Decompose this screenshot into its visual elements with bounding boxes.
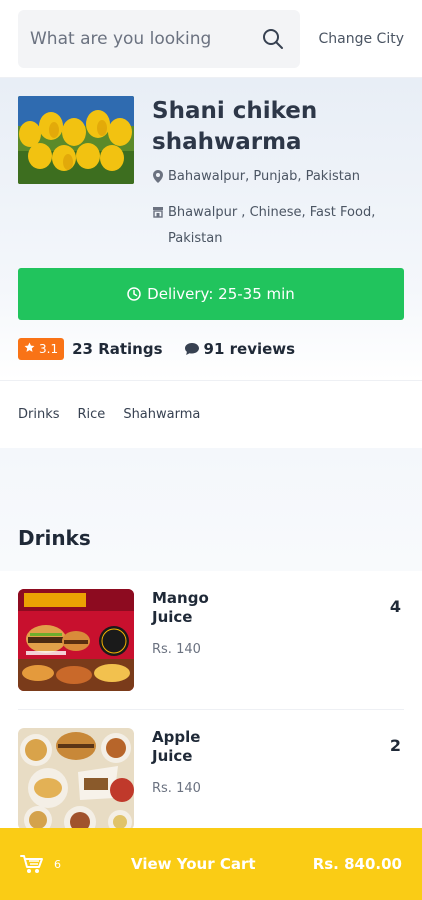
reviews-link[interactable]: 91 reviews: [184, 340, 296, 358]
rating-badge: 3.1: [18, 338, 65, 360]
cuisine-text: Bhawalpur , Chinese, Fast Food, Pakistan: [168, 205, 376, 246]
delivery-text: Delivery: 25-35 min: [147, 285, 295, 303]
cart-icon: [20, 854, 44, 874]
item-quantity: 2: [389, 736, 401, 755]
view-cart-button[interactable]: View Your Cart: [131, 855, 256, 873]
item-quantity: 4: [389, 597, 401, 616]
location-text: Bahawalpur, Punjab, Pakistan: [168, 169, 361, 184]
category-tab-rice[interactable]: Rice: [78, 407, 106, 422]
cart-bar[interactable]: 6 View Your Cart Rs. 840.00: [0, 828, 422, 900]
restaurant-header: Shani chiken shahwarma Bahawalpur, Punja…: [0, 78, 422, 380]
item-price: Rs. 140: [152, 781, 201, 796]
search-box[interactable]: [18, 9, 300, 68]
change-city-link[interactable]: Change City: [319, 31, 405, 47]
menu-item[interactable]: Mango Juice Rs. 140 4: [18, 571, 404, 710]
section-title: Drinks: [18, 526, 91, 550]
location-pin-icon: [152, 170, 164, 183]
ratings-count[interactable]: 23 Ratings: [72, 340, 162, 358]
search-icon[interactable]: [258, 24, 288, 54]
ratings-row: 3.1 23 Ratings 91 reviews: [18, 338, 404, 360]
item-image: [18, 589, 134, 691]
cart-count: 6: [54, 857, 61, 871]
restaurant-location: Bahawalpur, Punjab, Pakistan: [152, 168, 404, 186]
comment-icon: [184, 343, 199, 355]
rating-value: 3.1: [39, 342, 59, 356]
reviews-count: 91 reviews: [203, 340, 296, 358]
clock-icon: [127, 287, 141, 301]
category-tab-drinks[interactable]: Drinks: [18, 407, 60, 422]
restaurant-cuisine: Bhawalpur , Chinese, Fast Food, Pakistan: [152, 200, 404, 252]
category-nav: Drinks Rice Shahwarma: [0, 380, 422, 448]
store-icon: [152, 206, 164, 218]
search-input[interactable]: [30, 28, 258, 49]
menu-list: Mango Juice Rs. 140 4 Apple Juice Rs. 14…: [0, 571, 422, 848]
item-name: Mango Juice: [152, 589, 209, 626]
delivery-time-banner: Delivery: 25-35 min: [18, 268, 404, 320]
item-image: [18, 728, 134, 830]
restaurant-image: [18, 96, 134, 184]
cart-total: Rs. 840.00: [312, 855, 402, 873]
item-price: Rs. 140: [152, 642, 201, 657]
category-tab-shahwarma[interactable]: Shahwarma: [123, 407, 200, 422]
section-header: Drinks: [0, 448, 422, 571]
star-icon: [24, 342, 35, 356]
item-name: Apple Juice: [152, 728, 201, 765]
restaurant-name: Shani chiken shahwarma: [152, 98, 318, 155]
top-bar: Change City: [0, 0, 422, 78]
